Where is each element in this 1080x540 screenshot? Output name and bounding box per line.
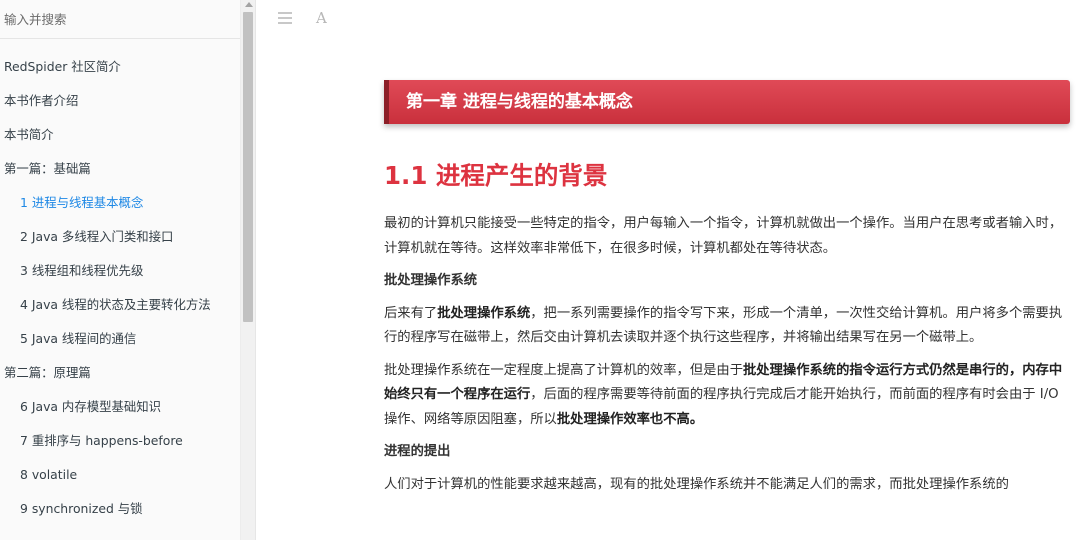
- toc-item[interactable]: 第一篇：基础篇: [0, 152, 240, 186]
- toolbar: A: [256, 0, 1080, 40]
- toc-item[interactable]: 4 Java 线程的状态及主要转化方法: [0, 288, 240, 322]
- toc-item[interactable]: 第二篇：原理篇: [0, 356, 240, 390]
- font-settings-icon[interactable]: A: [316, 9, 327, 27]
- subheading-batch-os: 批处理操作系统: [384, 273, 478, 288]
- scrollbar-thumb[interactable]: [243, 12, 253, 322]
- toc-item[interactable]: 1 进程与线程基本概念: [0, 186, 240, 220]
- chapter-title: 第一章 进程与线程的基本概念: [406, 92, 633, 112]
- table-of-contents: RedSpider 社区简介 本书作者介绍 本书简介 第一篇：基础篇 1 进程与线程基本…: [0, 50, 240, 526]
- text-run: 批处理操作系统在一定程度上提高了计算机的效率，但是由于: [384, 362, 744, 378]
- paragraph-batch-os-efficiency: 批处理操作系统在一定程度上提高了计算机的效率，但是由于批处理操作系统的指令运行方…: [384, 359, 1070, 433]
- toc-item[interactable]: 5 Java 线程间的通信: [0, 322, 240, 356]
- toc-item[interactable]: 本书简介: [0, 118, 240, 152]
- section-title: 1.1 进程产生的背景: [384, 161, 608, 190]
- toc-item[interactable]: 本书作者介绍: [0, 84, 240, 118]
- toc-item[interactable]: 8 volatile: [0, 458, 240, 492]
- search-input[interactable]: [4, 9, 234, 29]
- bold-text: 批处理操作效率也不高。: [556, 411, 704, 427]
- search-bar: [0, 0, 240, 39]
- toc-item[interactable]: 9 synchronized 与锁: [0, 492, 240, 526]
- menu-icon[interactable]: [278, 12, 292, 24]
- subheading-process: 进程的提出: [384, 444, 451, 459]
- text-run: 后来有了: [384, 305, 438, 321]
- toc-item[interactable]: 2 Java 多线程入门类和接口: [0, 220, 240, 254]
- toc-item[interactable]: 3 线程组和线程优先级: [0, 254, 240, 288]
- scroll-up-arrow-icon[interactable]: [245, 2, 253, 7]
- sidebar: RedSpider 社区简介本书作者介绍本书简介第一篇：基础篇1 进程与线程基本…: [0, 0, 256, 540]
- paragraph-intro: 最初的计算机只能接受一些特定的指令，用户每输入一个指令，计算机就做出一个操作。当…: [384, 216, 1063, 256]
- paragraph-process: 人们对于计算机的性能要求越来越高，现有的批处理操作系统并不能满足人们的需求，而批…: [384, 476, 1009, 492]
- toc-item[interactable]: RedSpider 社区简介: [0, 50, 240, 84]
- paragraph-batch-os: 后来有了批处理操作系统，把一系列需要操作的指令写下来，形成一个清单，一次性交给计…: [384, 302, 1070, 351]
- toc-item[interactable]: 6 Java 内存模型基础知识: [0, 390, 240, 424]
- page-content: 第一章 进程与线程的基本概念 1.1 进程产生的背景 最初的计算机只能接受一些特…: [384, 80, 1070, 497]
- toc-item[interactable]: 7 重排序与 happens-before: [0, 424, 240, 458]
- chapter-banner: 第一章 进程与线程的基本概念: [384, 80, 1070, 124]
- bold-text: 批处理操作系统: [437, 305, 531, 321]
- sidebar-scrollbar[interactable]: [240, 0, 255, 540]
